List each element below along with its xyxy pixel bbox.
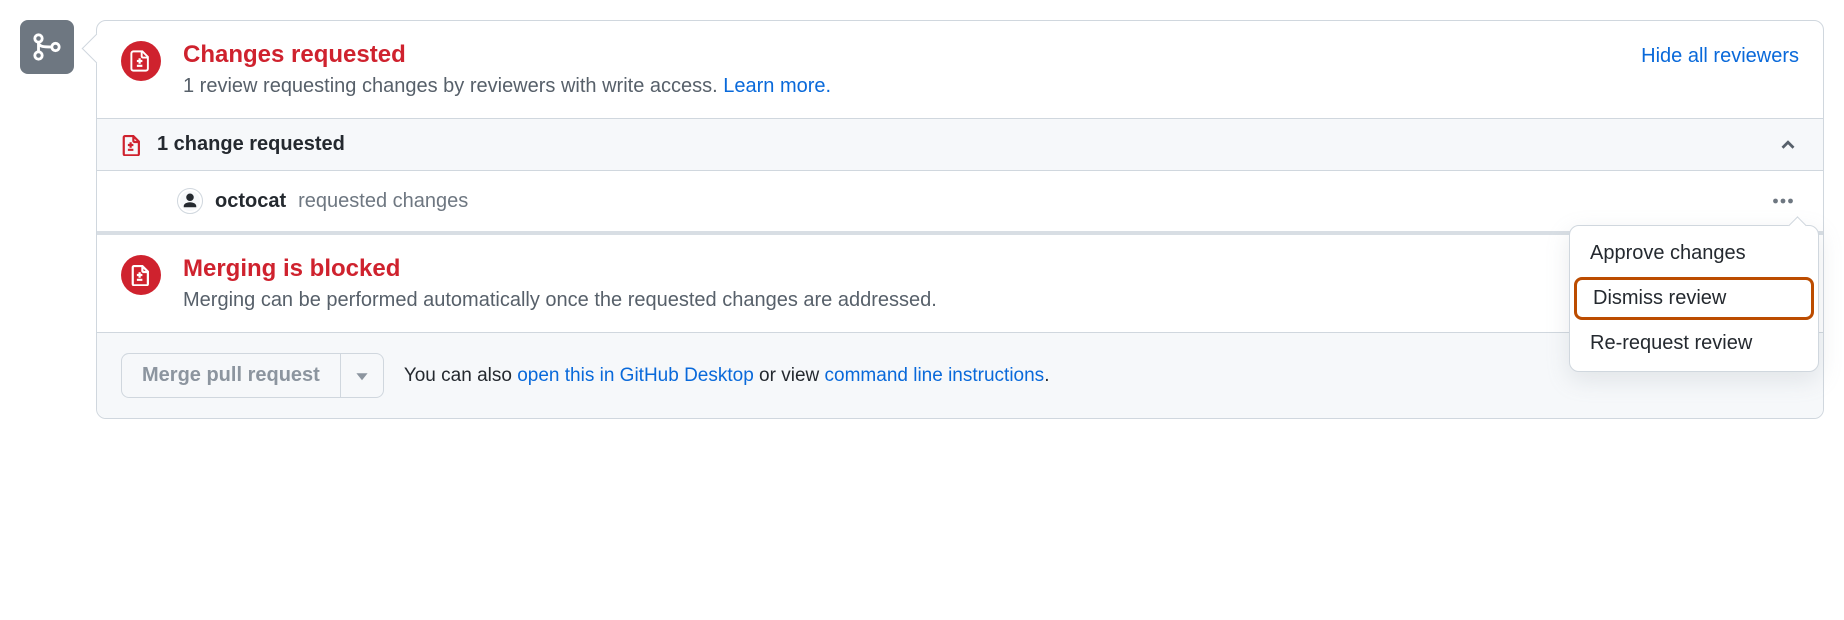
reviewer-username[interactable]: octocat [215,190,286,213]
subtitle-text: 1 review requesting changes by reviewers… [183,75,718,97]
dismiss-review-item[interactable]: Dismiss review [1574,277,1814,320]
file-diff-mini-icon [121,134,143,156]
file-diff-icon [121,41,161,81]
merging-blocked-subtitle: Merging can be performed automatically o… [183,289,1799,312]
triangle-down-icon [355,369,369,383]
reviewer-row: octocat requested changes Approve change… [97,170,1823,231]
change-summary-label: 1 change requested [157,133,1763,156]
footer-period: . [1044,365,1049,386]
re-request-review-item[interactable]: Re-request review [1570,322,1818,365]
file-diff-icon [121,255,161,295]
chevron-up-icon [1777,134,1799,156]
change-summary-row[interactable]: 1 change requested [97,118,1823,170]
footer-prefix: You can also [404,365,517,386]
changes-requested-subtitle: 1 review requesting changes by reviewers… [183,75,1799,98]
hide-reviewers-link[interactable]: Hide all reviewers [1641,45,1799,68]
review-actions-dropdown: Approve changes Dismiss review Re-reques… [1569,225,1819,372]
merge-status-panel: Changes requested Hide all reviewers 1 r… [96,20,1824,419]
merge-button-group: Merge pull request [121,353,384,398]
approve-changes-item[interactable]: Approve changes [1570,232,1818,275]
command-line-link[interactable]: command line instructions [825,365,1045,386]
kebab-menu-button[interactable] [1767,185,1799,217]
merge-footer: Merge pull request You can also open thi… [97,332,1823,418]
merge-pull-request-button[interactable]: Merge pull request [121,353,341,398]
open-in-desktop-link[interactable]: open this in GitHub Desktop [517,365,754,386]
avatar[interactable] [177,188,203,214]
merge-footer-text: You can also open this in GitHub Desktop… [404,365,1050,387]
merging-blocked-title: Merging is blocked [183,255,1799,283]
reviewer-status: requested changes [298,190,1755,213]
changes-requested-title: Changes requested [183,41,406,69]
merge-options-dropdown-button[interactable] [341,353,384,398]
changes-requested-section: Changes requested Hide all reviewers 1 r… [97,21,1823,118]
merging-blocked-section: Merging is blocked Merging can be perfor… [97,231,1823,332]
git-merge-icon [30,30,64,64]
git-merge-badge [20,20,74,74]
footer-or: or view [754,365,825,386]
learn-more-link[interactable]: Learn more. [723,75,831,97]
